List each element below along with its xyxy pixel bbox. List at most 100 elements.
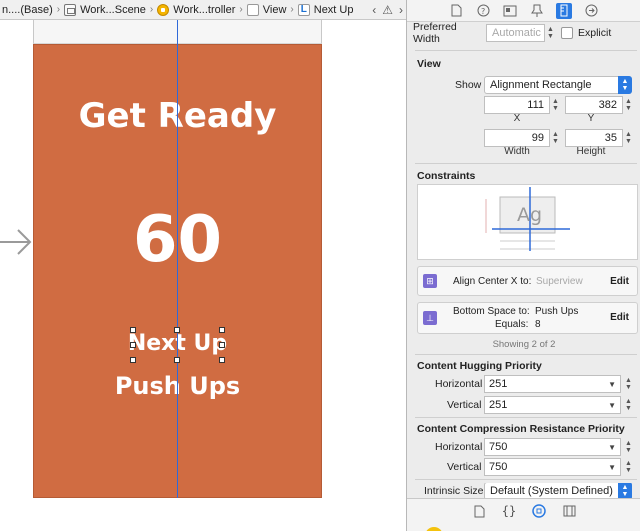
entry-point-arrow-icon [0, 229, 32, 255]
constraint-equals-value: 8 [535, 319, 541, 330]
width-field[interactable]: 99 [484, 129, 550, 147]
chevron-down-icon: ▼ [608, 463, 616, 472]
constraint-label: Bottom Space to: [453, 306, 530, 317]
resize-handle[interactable] [174, 327, 180, 333]
constraint-equals-label: Equals: [495, 319, 529, 330]
height-stepper[interactable]: ▲ ▼ [624, 129, 633, 147]
show-label: Show [455, 79, 482, 91]
edit-constraint-button[interactable]: Edit [610, 276, 629, 287]
resize-handle[interactable] [219, 357, 225, 363]
file-template-icon[interactable] [471, 503, 487, 519]
hugging-horizontal-row: Horizontal 251 ▼ ▲ ▼ [407, 375, 640, 393]
jumpbar-item-label: View [262, 3, 287, 16]
edit-constraint-button[interactable]: Edit [610, 312, 629, 323]
height-field[interactable]: 35 [565, 129, 623, 147]
constraints-count: Showing 2 of 2 [492, 339, 556, 350]
bottom-space-icon: ⊥ [423, 311, 437, 325]
constraint-target: Superview [536, 276, 583, 287]
compression-horizontal-stepper[interactable]: ▲ ▼ [624, 438, 633, 456]
media-library-icon[interactable] [561, 503, 577, 519]
section-divider [415, 479, 637, 480]
file-icon[interactable] [448, 3, 464, 19]
y-label: Y [587, 113, 595, 124]
hugging-horizontal-field[interactable]: 251 ▼ [484, 375, 621, 393]
height-label: Height [576, 146, 606, 157]
jumpbar-item-label: Next Up [313, 3, 354, 16]
chevron-right-icon[interactable]: › [396, 3, 406, 17]
preferred-width-placeholder: Automatic [492, 27, 541, 39]
resize-handle[interactable] [130, 327, 136, 333]
jump-bar: n....(Base) › Work...Scene › Work...trol… [0, 0, 406, 20]
x-label: X [513, 113, 521, 124]
height-value: 35 [604, 132, 617, 144]
code-snippet-icon[interactable]: {} [501, 503, 517, 519]
x-value: 111 [527, 99, 544, 111]
chevron-left-icon[interactable]: ‹ [369, 3, 379, 17]
x-stepper[interactable]: ▲ ▼ [551, 96, 560, 114]
intrinsic-size-label: Intrinsic Size [424, 485, 484, 497]
compression-horizontal-field[interactable]: 750 ▼ [484, 438, 621, 456]
resize-handle[interactable] [174, 357, 180, 363]
connections-icon[interactable] [583, 3, 599, 19]
width-label: Width [504, 146, 530, 157]
constraint-preview[interactable]: Ag [417, 184, 638, 260]
preferred-width-field[interactable]: Automatic [486, 24, 545, 42]
object-library-icon[interactable] [531, 503, 547, 519]
hugging-horizontal-value: 251 [489, 378, 508, 390]
constraint-align-center-x[interactable]: ⊞ Align Center X to: Superview Edit [417, 266, 638, 296]
y-field[interactable]: 382 [565, 96, 623, 114]
scene-icon [64, 3, 77, 16]
storyboard-canvas[interactable]: n....(Base) › Work...Scene › Work...trol… [0, 0, 406, 531]
intrinsic-size-select[interactable]: Default (System Defined) ▲ ▼ [484, 483, 632, 499]
chevron-right-icon: › [239, 4, 243, 15]
y-stepper[interactable]: ▲ ▼ [624, 96, 633, 114]
jumpbar-item-scene[interactable]: Work...Scene [62, 0, 148, 19]
preferred-width-stepper[interactable]: ▲ ▼ [546, 24, 555, 42]
library-tab-bar: {} [407, 498, 640, 531]
section-divider [415, 50, 637, 51]
section-divider [415, 163, 637, 164]
jumpbar-item-label: Work...Scene [80, 3, 146, 16]
x-field[interactable]: 111 [484, 96, 550, 114]
compression-vertical-label: Vertical [447, 461, 482, 473]
size-inspector: ? Preferred Width Automatic ▲ ▼ Explicit … [406, 0, 640, 531]
hugging-vertical-value: 251 [489, 399, 508, 411]
chevron-down-icon: ▼ [608, 380, 616, 389]
compression-horizontal-value: 750 [489, 441, 508, 453]
show-row: Show Alignment Rectangle ▲ ▼ [407, 76, 640, 94]
compression-vertical-row: Vertical 750 ▼ ▲ ▼ [407, 458, 640, 476]
hugging-vertical-stepper[interactable]: ▲ ▼ [624, 396, 633, 414]
compression-horizontal-row: Horizontal 750 ▼ ▲ ▼ [407, 438, 640, 456]
identity-icon[interactable] [502, 3, 518, 19]
constraints-section-title: Constraints [417, 170, 476, 182]
width-stepper[interactable]: ▲ ▼ [551, 129, 560, 147]
chevron-right-icon: › [290, 4, 294, 15]
center-x-guide [177, 20, 178, 498]
jumpbar-item-next-up[interactable]: L Next Up [296, 0, 356, 19]
selection-handles [130, 327, 225, 363]
resize-handle[interactable] [219, 327, 225, 333]
attributes-icon[interactable] [529, 3, 545, 19]
jumpbar-item-view[interactable]: View [245, 0, 289, 19]
y-value: 382 [598, 99, 617, 111]
show-select-value: Alignment Rectangle [490, 79, 592, 91]
jumpbar-item-controller[interactable]: Work...troller [155, 0, 237, 19]
hugging-horizontal-label: Horizontal [435, 378, 483, 390]
jumpbar-item-storyboard[interactable]: n....(Base) [0, 0, 55, 19]
resize-handle[interactable] [130, 342, 136, 348]
show-select[interactable]: Alignment Rectangle ▲ ▼ [484, 76, 632, 94]
hugging-horizontal-stepper[interactable]: ▲ ▼ [624, 375, 633, 393]
help-icon[interactable]: ? [475, 3, 491, 19]
hugging-vertical-field[interactable]: 251 ▼ [484, 396, 621, 414]
resize-handle[interactable] [130, 357, 136, 363]
size-icon[interactable] [556, 2, 572, 19]
explicit-checkbox[interactable] [561, 27, 573, 39]
compression-vertical-stepper[interactable]: ▲ ▼ [624, 458, 633, 476]
resize-handle[interactable] [219, 342, 225, 348]
warning-icon[interactable]: ⚠ [379, 3, 396, 17]
compression-vertical-field[interactable]: 750 ▼ [484, 458, 621, 476]
size-row: 99 ▲ ▼ 35 ▲ ▼ [407, 129, 640, 147]
chevron-up-down-icon: ▲ ▼ [618, 76, 632, 94]
constraint-bottom-space[interactable]: ⊥ Bottom Space to: Push Ups Equals: 8 Ed… [417, 302, 638, 334]
constraint-label: Align Center X to: [453, 276, 532, 287]
